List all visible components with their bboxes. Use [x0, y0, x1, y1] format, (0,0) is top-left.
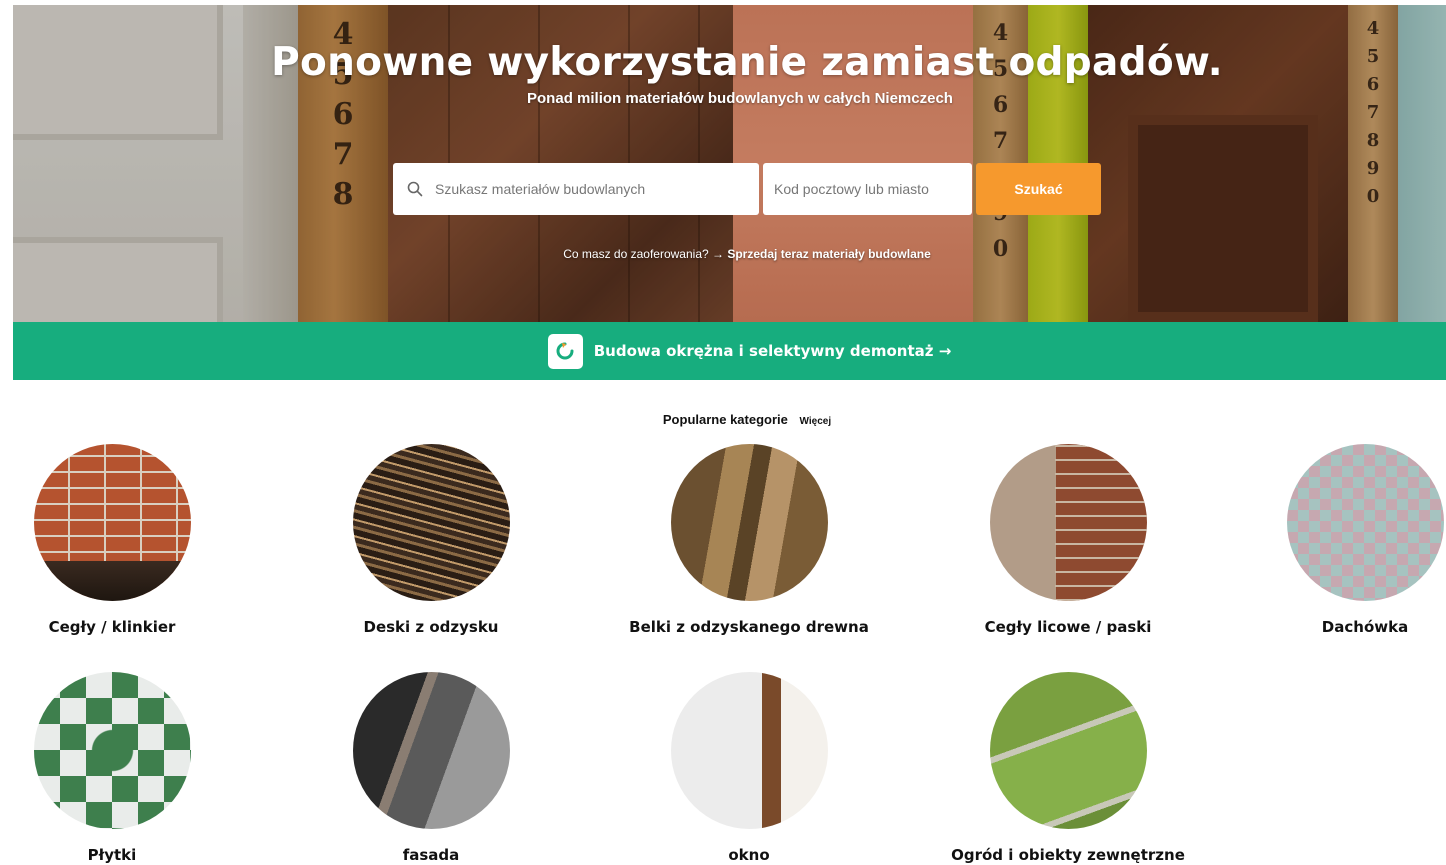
category-image	[670, 444, 828, 601]
location-input[interactable]	[774, 181, 972, 197]
category-image	[670, 672, 828, 829]
popular-categories-heading: Popularne kategorie Więcej	[0, 412, 1446, 427]
category-image	[33, 672, 191, 829]
category-label: Cegły licowe / paski	[984, 618, 1152, 636]
search-button[interactable]: Szukać	[976, 163, 1101, 215]
category-roof-tiles[interactable]: Dachówka	[1235, 444, 1446, 636]
category-image	[352, 672, 510, 829]
offer-question: Co masz do zaoferowania?	[563, 247, 709, 261]
category-label: Dachówka	[1321, 618, 1409, 636]
hero-subtitle: Ponad milion materiałów budowlanych w ca…	[527, 90, 953, 107]
category-label: okno	[728, 846, 770, 864]
category-tiles[interactable]: Płytki	[0, 672, 242, 864]
hero-title: Ponowne wykorzystanie zamiast odpadów.	[271, 40, 1223, 85]
category-image	[352, 444, 510, 601]
material-search-input[interactable]	[435, 181, 759, 197]
material-search-box[interactable]	[393, 163, 759, 215]
banner-label: Budowa okrężna i selektywny demontaż →	[593, 342, 952, 360]
category-image	[33, 444, 191, 601]
category-window[interactable]: okno	[619, 672, 879, 864]
category-image	[989, 444, 1147, 601]
search-icon	[407, 181, 423, 197]
offer-line: Co masz do zaoferowania? → Sprzedaj tera…	[0, 247, 1446, 261]
category-label: Ogród i obiekty zewnętrzne	[951, 846, 1185, 864]
category-label: fasada	[402, 846, 460, 864]
category-reclaimed-beams[interactable]: Belki z odzyskanego drewna	[619, 444, 879, 636]
circular-construction-banner[interactable]: Budowa okrężna i selektywny demontaż →	[13, 322, 1446, 380]
category-label: Deski z odzysku	[363, 618, 499, 636]
category-facade[interactable]: fasada	[301, 672, 561, 864]
location-box[interactable]	[763, 163, 972, 215]
category-label: Płytki	[87, 846, 137, 864]
category-reclaimed-boards[interactable]: Deski z odzysku	[301, 444, 561, 636]
categories-title: Popularne kategorie	[662, 412, 788, 427]
category-garden[interactable]: Ogród i obiekty zewnętrzne	[918, 672, 1218, 864]
category-image	[1286, 444, 1444, 601]
categories-more-link[interactable]: Więcej	[800, 416, 832, 427]
sell-materials-link[interactable]: → Sprzedaj teraz materiały budowlane	[712, 247, 931, 261]
category-image	[989, 672, 1147, 829]
category-face-bricks[interactable]: Cegły licowe / paski	[938, 444, 1198, 636]
category-bricks[interactable]: Cegły / klinkier	[0, 444, 242, 636]
category-label: Belki z odzyskanego drewna	[629, 618, 869, 636]
circular-arrow-logo-icon	[547, 333, 583, 369]
category-label: Cegły / klinkier	[48, 618, 176, 636]
